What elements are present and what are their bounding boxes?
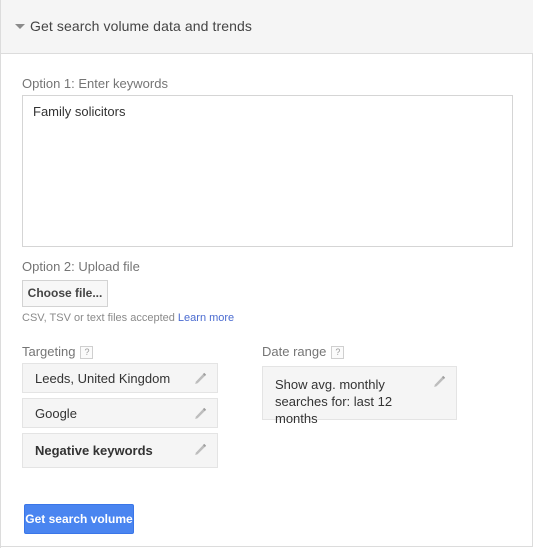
targeting-row-label: Google: [35, 406, 77, 421]
help-icon-targeting[interactable]: ?: [80, 346, 94, 359]
pencil-icon[interactable]: [192, 371, 208, 387]
option1-label: Option 1: Enter keywords: [22, 76, 168, 91]
date-range-value: Show avg. monthly searches for: last 12 …: [275, 377, 393, 426]
help-icon-date-range[interactable]: ?: [331, 346, 345, 359]
panel-header[interactable]: Get search volume data and trends: [1, 0, 533, 54]
triangle-down-icon[interactable]: [15, 24, 25, 29]
pencil-icon[interactable]: [192, 442, 208, 458]
date-range-label: Date range?: [262, 344, 345, 359]
pencil-icon[interactable]: [431, 374, 447, 390]
date-range-label-text: Date range: [262, 344, 327, 359]
upload-hint-text: CSV, TSV or text files accepted: [22, 312, 175, 324]
keywords-input[interactable]: Family solicitors: [22, 95, 513, 247]
targeting-row-location[interactable]: Leeds, United Kingdom: [22, 363, 218, 393]
learn-more-link[interactable]: Learn more: [178, 312, 234, 324]
page-title: Get search volume data and trends: [30, 18, 252, 34]
option2-label: Option 2: Upload file: [22, 259, 140, 274]
get-search-volume-button[interactable]: Get search volume: [24, 504, 134, 534]
targeting-row-label: Negative keywords: [35, 443, 153, 458]
targeting-row-engine[interactable]: Google: [22, 398, 218, 428]
date-range-selector[interactable]: Show avg. monthly searches for: last 12 …: [262, 366, 457, 426]
panel-left-border: [0, 0, 1, 548]
choose-file-button[interactable]: Choose file...: [22, 280, 108, 307]
pencil-icon[interactable]: [192, 406, 208, 422]
targeting-row-label: Leeds, United Kingdom: [35, 371, 171, 386]
targeting-label-text: Targeting: [22, 344, 76, 359]
targeting-label: Targeting?: [22, 344, 94, 359]
keywords-input-value: Family solicitors: [33, 104, 126, 119]
search-volume-panel: Get search volume data and trends Option…: [0, 0, 533, 548]
upload-hint: CSV, TSV or text files accepted Learn mo…: [22, 312, 234, 324]
targeting-row-negative-keywords[interactable]: Negative keywords: [22, 433, 218, 468]
